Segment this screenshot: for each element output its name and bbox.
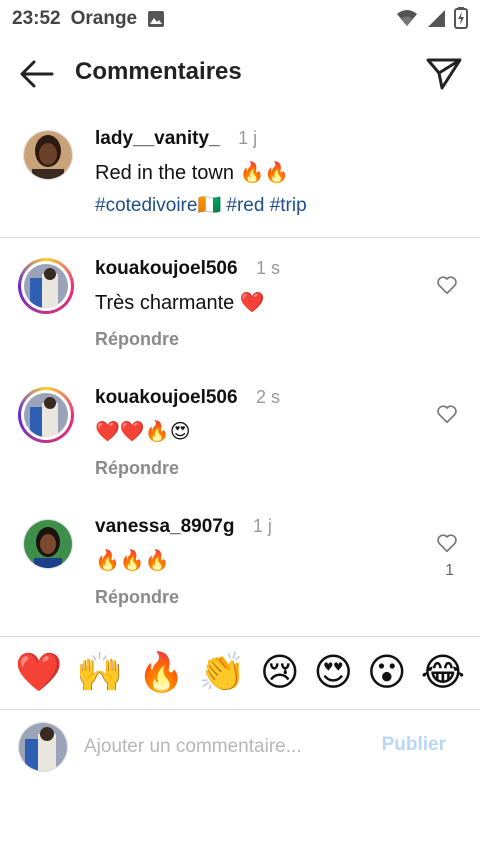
reply-button[interactable]: Répondre [95, 587, 272, 608]
comment-age: 2 s [256, 387, 281, 407]
caption-hashtags[interactable]: #cotedivoire🇨🇮 #red #trip [95, 193, 307, 217]
send-icon[interactable] [424, 52, 464, 92]
caption-age: 1 j [238, 128, 258, 148]
page-title: Commentaires [75, 58, 242, 85]
avatar [24, 393, 68, 437]
back-arrow-icon[interactable] [16, 54, 56, 94]
emoji-button[interactable]: 😮 [367, 654, 407, 692]
like-count: 1 [445, 562, 454, 579]
caption-text: Red in the town 🔥🔥 [95, 162, 290, 184]
status-time: 23:52 [12, 8, 61, 29]
comment-composer: Publier [0, 710, 480, 782]
post-caption: lady__vanity_ 1 j Red in the town 🔥🔥 #co… [0, 120, 480, 237]
comment-text: ❤️❤️🔥😍 [95, 421, 191, 443]
wifi-icon [397, 10, 417, 26]
avatar-story-ring[interactable] [18, 387, 74, 443]
status-bar: 23:52 Orange [0, 0, 480, 38]
avatar[interactable] [23, 519, 73, 569]
emoji-button[interactable]: 😍 [314, 654, 354, 692]
like-heart-icon[interactable] [436, 532, 458, 554]
reply-button[interactable]: Répondre [95, 329, 280, 350]
reply-button[interactable]: Répondre [95, 458, 280, 479]
comment-username[interactable]: kouakoujoel506 [95, 258, 238, 279]
comment-item: kouakoujoel506 1 s Très charmante ❤️ Rép… [0, 258, 480, 378]
gallery-icon [148, 11, 165, 27]
avatar [18, 722, 68, 772]
comment-input[interactable] [82, 732, 366, 762]
emoji-quick-bar: ❤️ 🙌 🔥 👏 😢 😍 😮 😂 [0, 637, 480, 709]
comment-text: 🔥🔥🔥 [95, 550, 170, 572]
comment-age: 1 j [252, 516, 272, 536]
comment-username[interactable]: vanessa_8907g [95, 516, 234, 537]
status-carrier: Orange [70, 8, 138, 29]
comment-item: kouakoujoel506 2 s ❤️❤️🔥😍 Répondre [0, 387, 480, 507]
signal-icon [428, 10, 445, 27]
emoji-button[interactable]: 😂 [421, 654, 465, 692]
comment-age: 1 s [256, 258, 281, 278]
caption-username[interactable]: lady__vanity_ [95, 128, 220, 149]
emoji-button[interactable]: 🙌 [76, 654, 123, 692]
comment-text: Très charmante ❤️ [95, 292, 265, 314]
publish-button[interactable]: Publier [382, 734, 446, 756]
like-heart-icon[interactable] [436, 274, 458, 296]
divider [0, 237, 480, 238]
emoji-button[interactable]: 🔥 [137, 654, 184, 692]
header: Commentaires [0, 38, 480, 108]
avatar-story-ring[interactable] [18, 258, 74, 314]
comment-item: vanessa_8907g 1 j 🔥🔥🔥 Répondre 1 [0, 516, 480, 636]
avatar[interactable] [23, 130, 73, 180]
battery-icon [454, 7, 468, 29]
emoji-button[interactable]: 👏 [199, 654, 246, 692]
comment-username[interactable]: kouakoujoel506 [95, 387, 238, 408]
avatar [24, 264, 68, 308]
emoji-button[interactable]: 😢 [260, 654, 300, 692]
emoji-button[interactable]: ❤️ [15, 654, 62, 692]
like-heart-icon[interactable] [436, 403, 458, 425]
